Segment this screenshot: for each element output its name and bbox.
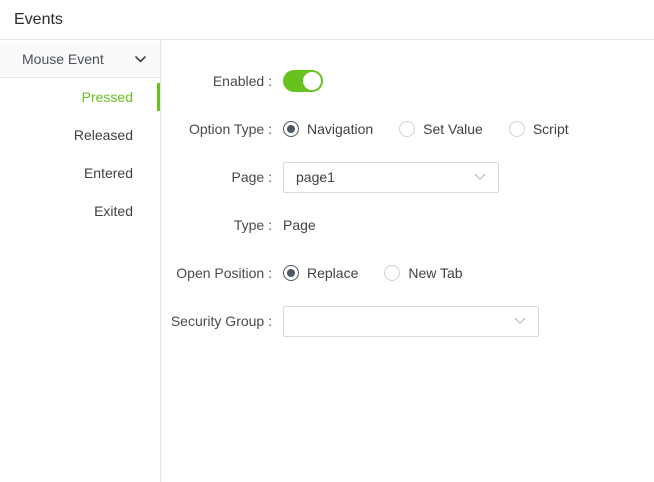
radio-script[interactable]: Script	[509, 121, 569, 137]
page-select-value: page1	[296, 169, 335, 185]
radio-icon	[509, 121, 525, 137]
event-settings-panel: Enabled : Option Type : Navigation Set V…	[161, 41, 654, 482]
enabled-row: Enabled :	[161, 57, 654, 105]
chevron-down-icon	[474, 173, 486, 181]
radio-icon	[283, 121, 299, 137]
type-value: Page	[283, 217, 316, 233]
enabled-label: Enabled :	[161, 73, 272, 89]
radio-set-value[interactable]: Set Value	[399, 121, 483, 137]
radio-replace[interactable]: Replace	[283, 265, 358, 281]
toggle-knob	[303, 72, 321, 90]
radio-icon	[384, 265, 400, 281]
sidebar-item-label: Exited	[94, 203, 133, 219]
open-position-row: Open Position : Replace New Tab	[161, 249, 654, 297]
option-type-row: Option Type : Navigation Set Value Scrip…	[161, 105, 654, 153]
radio-navigation[interactable]: Navigation	[283, 121, 373, 137]
chevron-down-icon	[514, 317, 526, 325]
radio-icon	[399, 121, 415, 137]
sidebar-item-label: Entered	[84, 165, 133, 181]
sidebar-item-pressed[interactable]: Pressed	[0, 78, 160, 116]
radio-label: Replace	[307, 265, 358, 281]
sidebar-item-label: Released	[74, 127, 133, 143]
page-row: Page : page1	[161, 153, 654, 201]
sidebar-item-label: Pressed	[82, 89, 133, 105]
security-group-row: Security Group :	[161, 297, 654, 345]
sidebar: Mouse Event Pressed Released Entered Exi…	[0, 41, 161, 482]
event-type-dropdown[interactable]: Mouse Event	[0, 41, 160, 78]
radio-label: Set Value	[423, 121, 483, 137]
sidebar-item-released[interactable]: Released	[0, 116, 160, 154]
sidebar-item-entered[interactable]: Entered	[0, 154, 160, 192]
page-label: Page :	[161, 169, 272, 185]
type-row: Type : Page	[161, 201, 654, 249]
radio-label: New Tab	[408, 265, 462, 281]
option-type-label: Option Type :	[161, 121, 272, 137]
type-label: Type :	[161, 217, 272, 233]
security-group-label: Security Group :	[161, 313, 272, 329]
security-group-select[interactable]	[283, 306, 539, 337]
enabled-toggle[interactable]	[283, 70, 323, 92]
chevron-down-icon	[135, 56, 146, 63]
header: Events	[0, 0, 654, 40]
sidebar-item-exited[interactable]: Exited	[0, 192, 160, 230]
radio-icon	[283, 265, 299, 281]
page-select[interactable]: page1	[283, 162, 499, 193]
open-position-label: Open Position :	[161, 265, 272, 281]
page-title: Events	[14, 11, 63, 29]
sidebar-item-list: Pressed Released Entered Exited	[0, 78, 160, 230]
radio-label: Navigation	[307, 121, 373, 137]
event-type-label: Mouse Event	[22, 51, 104, 67]
radio-label: Script	[533, 121, 569, 137]
radio-new-tab[interactable]: New Tab	[384, 265, 462, 281]
